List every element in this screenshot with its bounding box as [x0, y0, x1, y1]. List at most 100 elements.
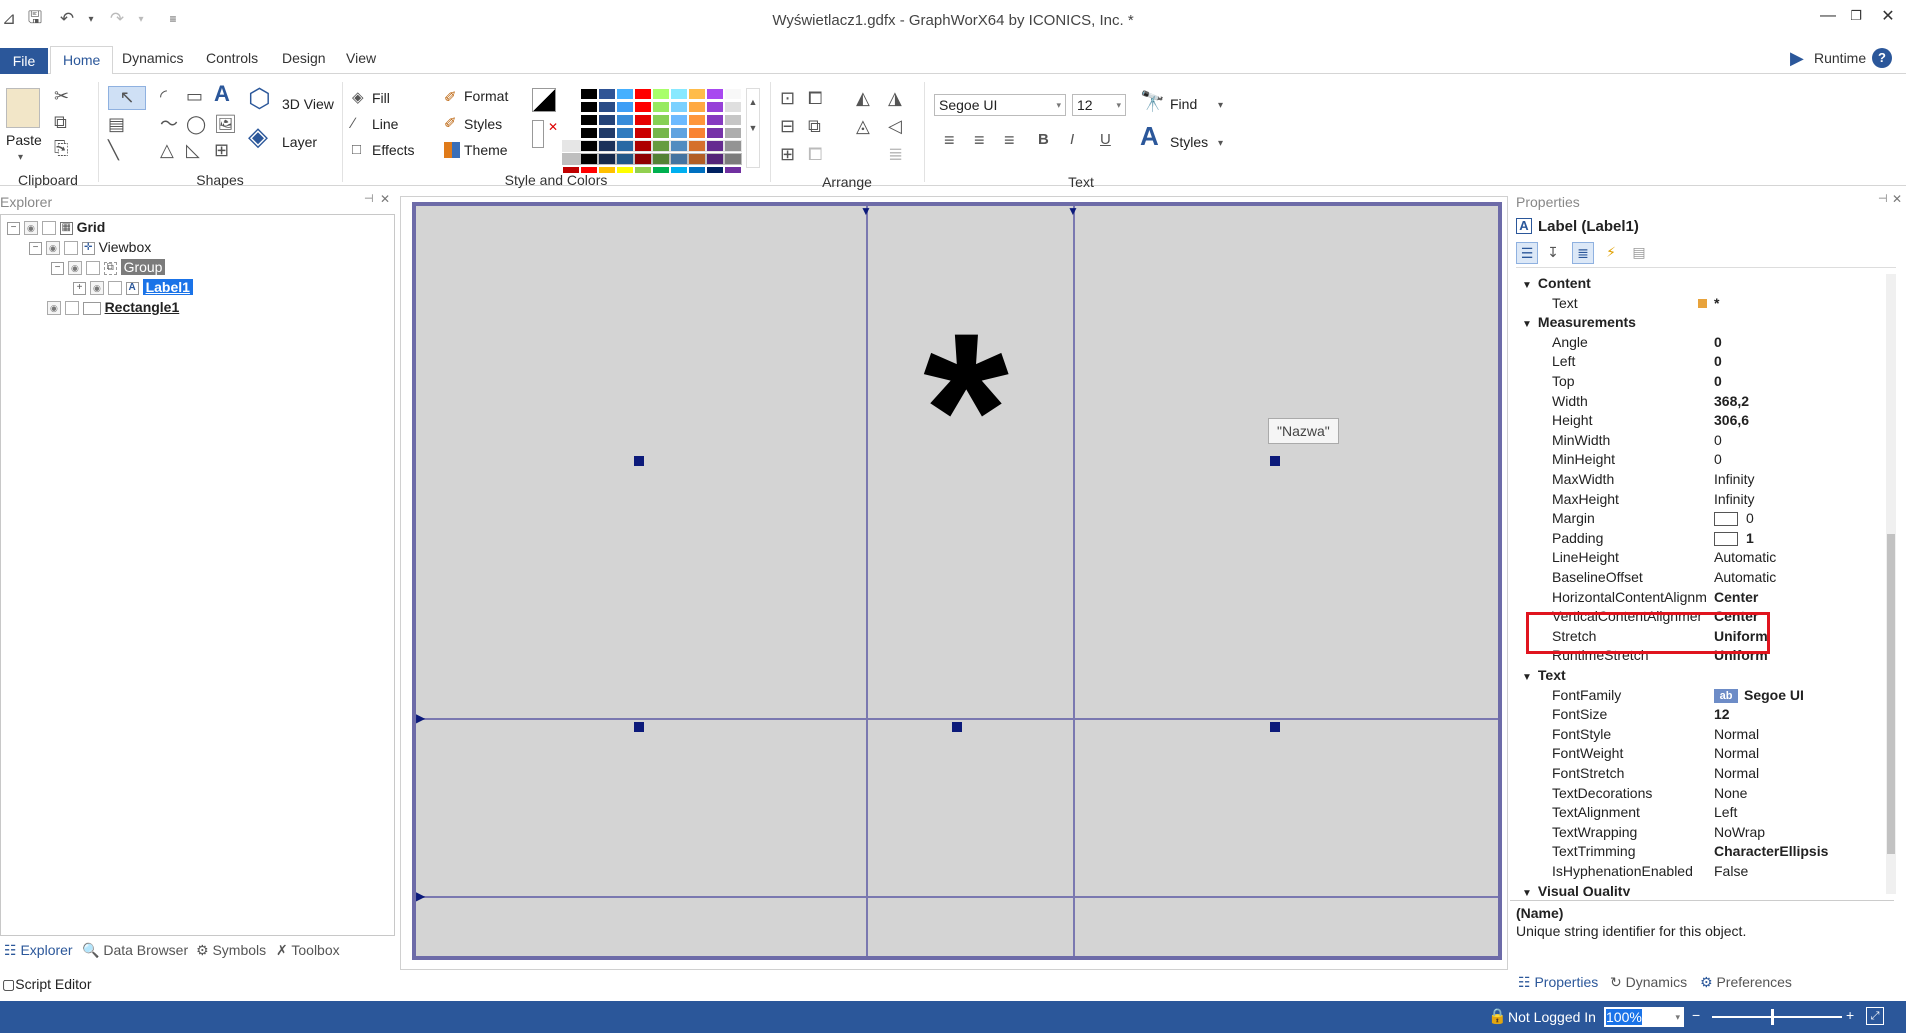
expand-icon[interactable]: + [73, 281, 86, 295]
close-icon[interactable]: ✕ [1872, 4, 1904, 28]
lock-icon[interactable] [41, 221, 56, 236]
layout-icon[interactable]: ≣ [888, 144, 903, 164]
line-icon[interactable]: ∕ [352, 114, 355, 134]
property-row-width[interactable]: Width 368,2 [1540, 392, 1894, 411]
category-collapse-icon[interactable]: ▼ [1522, 888, 1532, 896]
tab-symbols[interactable]: ⚙ Symbols [196, 942, 266, 959]
color-swatch[interactable] [706, 88, 724, 100]
button-tool-icon[interactable]: ▤ [108, 114, 125, 134]
property-row-baselineoffset[interactable]: BaselineOffset Automatic [1540, 568, 1894, 587]
color-swatch[interactable] [580, 127, 598, 139]
property-row-texttrimming[interactable]: TextTrimming CharacterEllipsis [1540, 842, 1894, 861]
lock-icon[interactable] [107, 281, 122, 296]
property-row-minheight[interactable]: MinHeight 0 [1540, 450, 1894, 469]
tab-script-editor[interactable]: ▢Script Editor [2, 976, 91, 993]
align-center-icon[interactable]: ≡ [974, 130, 985, 150]
column-marker-icon[interactable]: ▼ [860, 204, 872, 218]
color-swatch[interactable] [652, 127, 670, 139]
color-swatch[interactable] [688, 127, 706, 139]
fit-to-window-icon[interactable]: ⤢ [1866, 1007, 1884, 1025]
property-row-margin[interactable]: Margin 0 [1540, 509, 1894, 528]
zoom-slider-thumb[interactable] [1771, 1009, 1774, 1025]
category-text[interactable]: ▼ Text [1522, 666, 1894, 685]
paste-icon[interactable] [6, 88, 40, 128]
property-row-fontsize[interactable]: FontSize 12 [1540, 705, 1894, 724]
color-swatch[interactable] [580, 88, 598, 100]
text-styles-icon[interactable]: A [1140, 123, 1159, 149]
property-row-textdecorations[interactable]: TextDecorations None [1540, 784, 1894, 803]
property-row-left[interactable]: Left 0 [1540, 352, 1894, 371]
property-value[interactable]: 306,6 [1714, 411, 1749, 430]
color-swatch[interactable] [580, 140, 598, 152]
styles-button[interactable]: Styles [464, 116, 502, 132]
color-swatch[interactable] [634, 127, 652, 139]
tab-dynamics[interactable]: Dynamics [110, 42, 195, 74]
collapse-icon[interactable]: − [29, 241, 42, 255]
format-painter-icon[interactable]: ⎘ [54, 138, 68, 158]
property-value[interactable]: 0 [1714, 372, 1722, 391]
ellipse-tool-icon[interactable]: ◯ [186, 114, 206, 134]
color-swatch[interactable] [724, 101, 742, 113]
row-marker-icon[interactable]: ▶ [416, 889, 425, 903]
color-swatch[interactable] [634, 114, 652, 126]
lock-icon[interactable] [85, 261, 100, 276]
color-swatch[interactable] [616, 127, 634, 139]
property-value[interactable]: 0 [1714, 450, 1722, 469]
color-swatch[interactable] [652, 153, 670, 165]
color-swatch[interactable] [688, 140, 706, 152]
find-icon[interactable]: 🔭 [1140, 92, 1165, 112]
tab-design[interactable]: Design [270, 42, 338, 74]
color-swatch[interactable] [706, 114, 724, 126]
category-collapse-icon[interactable]: ▼ [1522, 672, 1532, 683]
visibility-icon[interactable]: ◉ [23, 221, 38, 236]
color-swatch[interactable] [580, 114, 598, 126]
color-swatch[interactable] [652, 140, 670, 152]
resize-handle[interactable] [1270, 722, 1280, 732]
rotate-icon[interactable]: ◮ [888, 88, 902, 108]
color-swatch[interactable] [598, 153, 616, 165]
property-row-textwrapping[interactable]: TextWrapping NoWrap [1540, 823, 1894, 842]
rotate-left-icon[interactable]: ◁ [888, 116, 902, 136]
color-swatch[interactable] [598, 101, 616, 113]
color-swatch[interactable] [598, 88, 616, 100]
category-measurements[interactable]: ▼ Measurements [1522, 313, 1894, 332]
property-value[interactable]: Normal [1714, 744, 1759, 763]
line-tool-icon[interactable]: ╲ [108, 140, 119, 160]
cut-icon[interactable]: ✂ [54, 86, 69, 106]
text-tool-icon[interactable]: A [214, 83, 230, 105]
property-value[interactable]: 0 [1714, 333, 1722, 352]
visibility-icon[interactable]: ◉ [67, 261, 82, 276]
font-size-combobox[interactable]: 12 ▾ [1072, 94, 1126, 116]
color-swatch[interactable] [724, 140, 742, 152]
lock-icon[interactable] [63, 241, 78, 256]
tree-item-grid[interactable]: − ◉ ▦ Grid [7, 217, 105, 237]
property-value[interactable]: False [1714, 862, 1748, 881]
properties-close-icon[interactable]: ✕ [1892, 192, 1902, 206]
color-swatch[interactable] [670, 140, 688, 152]
color-swatch[interactable] [634, 88, 652, 100]
property-value[interactable]: 12 [1714, 705, 1730, 724]
zoom-out-icon[interactable]: − [1692, 1007, 1700, 1023]
color-swatch[interactable] [652, 114, 670, 126]
color-swatch[interactable] [670, 153, 688, 165]
color-swatch[interactable] [652, 101, 670, 113]
property-value[interactable]: Normal [1714, 764, 1759, 783]
property-row-angle[interactable]: Angle 0 [1540, 333, 1894, 352]
categorized-icon[interactable]: ☰ [1516, 242, 1538, 264]
font-family-combobox[interactable]: Segoe UI ▾ [934, 94, 1066, 116]
flip-vertical-icon[interactable]: ◬ [856, 116, 870, 136]
copy-icon[interactable]: ⧉ [54, 112, 67, 132]
pie-tool-icon[interactable]: ◺ [186, 140, 200, 160]
properties-pin-icon[interactable]: ⊣ [1878, 192, 1888, 205]
color-swatch[interactable] [562, 114, 580, 126]
property-value[interactable]: 0 [1714, 431, 1722, 450]
tree-item-rectangle1[interactable]: ◉ Rectangle1 [29, 297, 179, 317]
property-value[interactable]: Infinity [1714, 490, 1754, 509]
order-icon[interactable]: ⧠ [808, 88, 822, 108]
explorer-close-icon[interactable]: ✕ [380, 192, 390, 206]
property-value[interactable]: 0 [1714, 352, 1722, 371]
underline-icon[interactable]: U [1100, 130, 1111, 150]
property-value[interactable]: Automatic [1714, 568, 1776, 587]
select-tool-icon[interactable]: ↖ [108, 86, 146, 110]
grid-column-line[interactable] [1073, 206, 1075, 956]
